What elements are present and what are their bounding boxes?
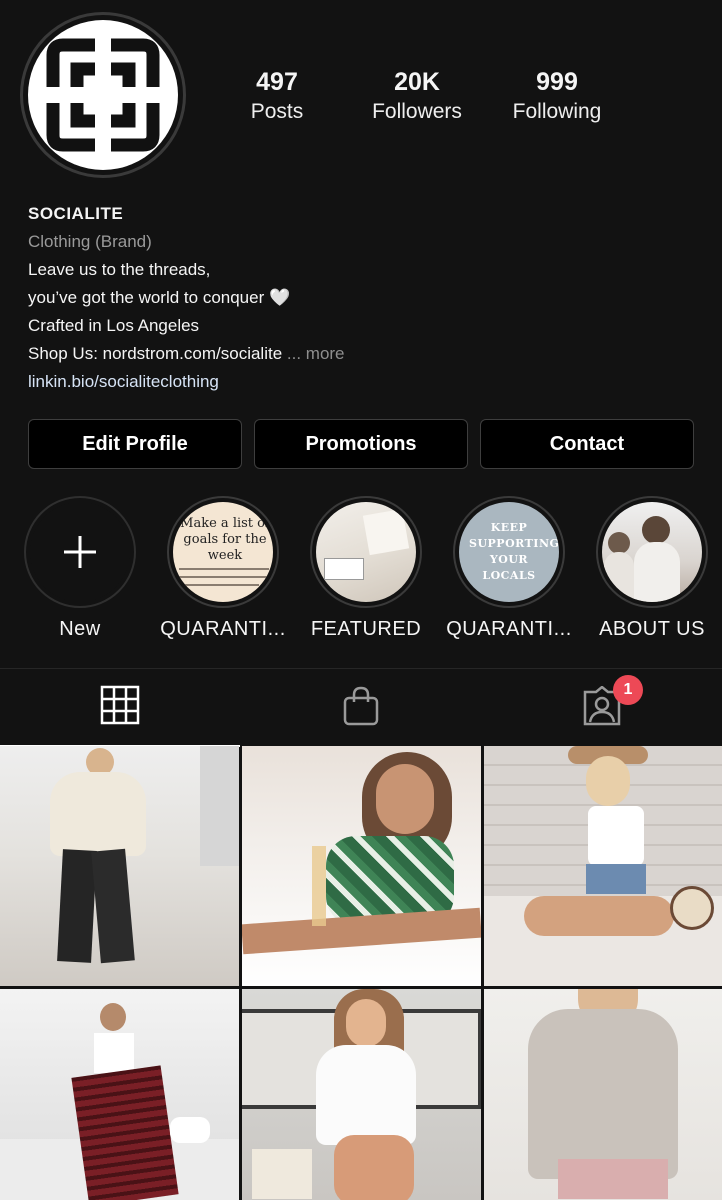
profile-category: Clothing (Brand) [28,232,152,251]
plus-icon [30,502,130,602]
profile-bio: SOCIALITE Clothing (Brand) Leave us to t… [28,200,688,396]
highlight-label: ABOUT US [599,618,705,640]
highlight-cover [602,502,702,602]
more-link[interactable]: ... more [287,344,345,363]
story-highlights: New Make a list of goals for the week QU… [0,496,722,646]
notification-badge: 1 [613,675,643,705]
grid-post[interactable] [484,989,722,1200]
profile-stats: 497 Posts 20K Followers 999 Following [220,66,640,136]
bio-line: you’ve got the world to conquer 🤍 [28,288,291,307]
profile-username: SOCIALITE [28,204,124,223]
brand-logo [28,20,178,170]
highlight-new[interactable]: New [10,496,150,641]
grid-icon [100,685,140,730]
grid-post[interactable] [242,746,481,986]
tab-shop[interactable] [241,669,481,747]
highlight-label: FEATURED [310,618,422,640]
posts-stat[interactable]: 497 Posts [207,66,347,126]
promotions-button[interactable]: Promotions [254,419,468,469]
grid-post[interactable] [0,746,239,986]
highlight-label: QUARANTI... [160,618,286,640]
highlight-cover: KEEP SUPPORTING YOUR LOCALS [459,502,559,602]
edit-profile-button[interactable]: Edit Profile [28,419,242,469]
followers-label: Followers [372,100,462,123]
posts-count: 497 [256,68,298,96]
following-stat[interactable]: 999 Following [487,66,627,126]
grid-post[interactable] [242,989,481,1200]
grid-post[interactable] [484,746,722,986]
grid-post[interactable] [0,989,239,1200]
shop-text: Shop Us: nordstrom.com/socialite [28,344,283,363]
shopping-bag-icon [342,686,380,731]
profile-avatar[interactable] [20,12,186,178]
bio-line: Crafted in Los Angeles [28,316,200,335]
website-link[interactable]: linkin.bio/socialiteclothing [28,368,688,396]
highlight-cover [316,502,416,602]
bio-shop-line: Shop Us: nordstrom.com/socialite ... mor… [28,340,688,368]
highlight-cover-text: Make a list of goals for the week [180,516,270,563]
posts-label: Posts [250,100,304,123]
highlight-quarantine-1[interactable]: Make a list of goals for the week QUARAN… [153,496,293,641]
post-grid [0,746,722,1200]
highlight-label: QUARANTI... [446,618,572,640]
highlight-quarantine-2[interactable]: KEEP SUPPORTING YOUR LOCALS QUARANTI... [439,496,579,641]
followers-stat[interactable]: 20K Followers [347,66,487,126]
following-label: Following [512,100,602,123]
highlight-cover: Make a list of goals for the week [173,502,273,602]
tab-tagged[interactable]: 1 [482,669,722,747]
highlight-label: New [59,618,101,640]
highlight-cover-text: KEEP SUPPORTING YOUR LOCALS [469,521,559,582]
following-count: 999 [536,68,578,96]
contact-button[interactable]: Contact [480,419,694,469]
profile-actions: Edit Profile Promotions Contact [28,419,694,471]
profile-tabs: 1 [0,668,722,747]
highlight-featured[interactable]: FEATURED [296,496,436,641]
highlight-about-us[interactable]: ABOUT US [582,496,722,641]
followers-count: 20K [394,68,440,96]
bio-line: Leave us to the threads, [28,260,211,279]
tab-grid[interactable] [0,669,240,747]
